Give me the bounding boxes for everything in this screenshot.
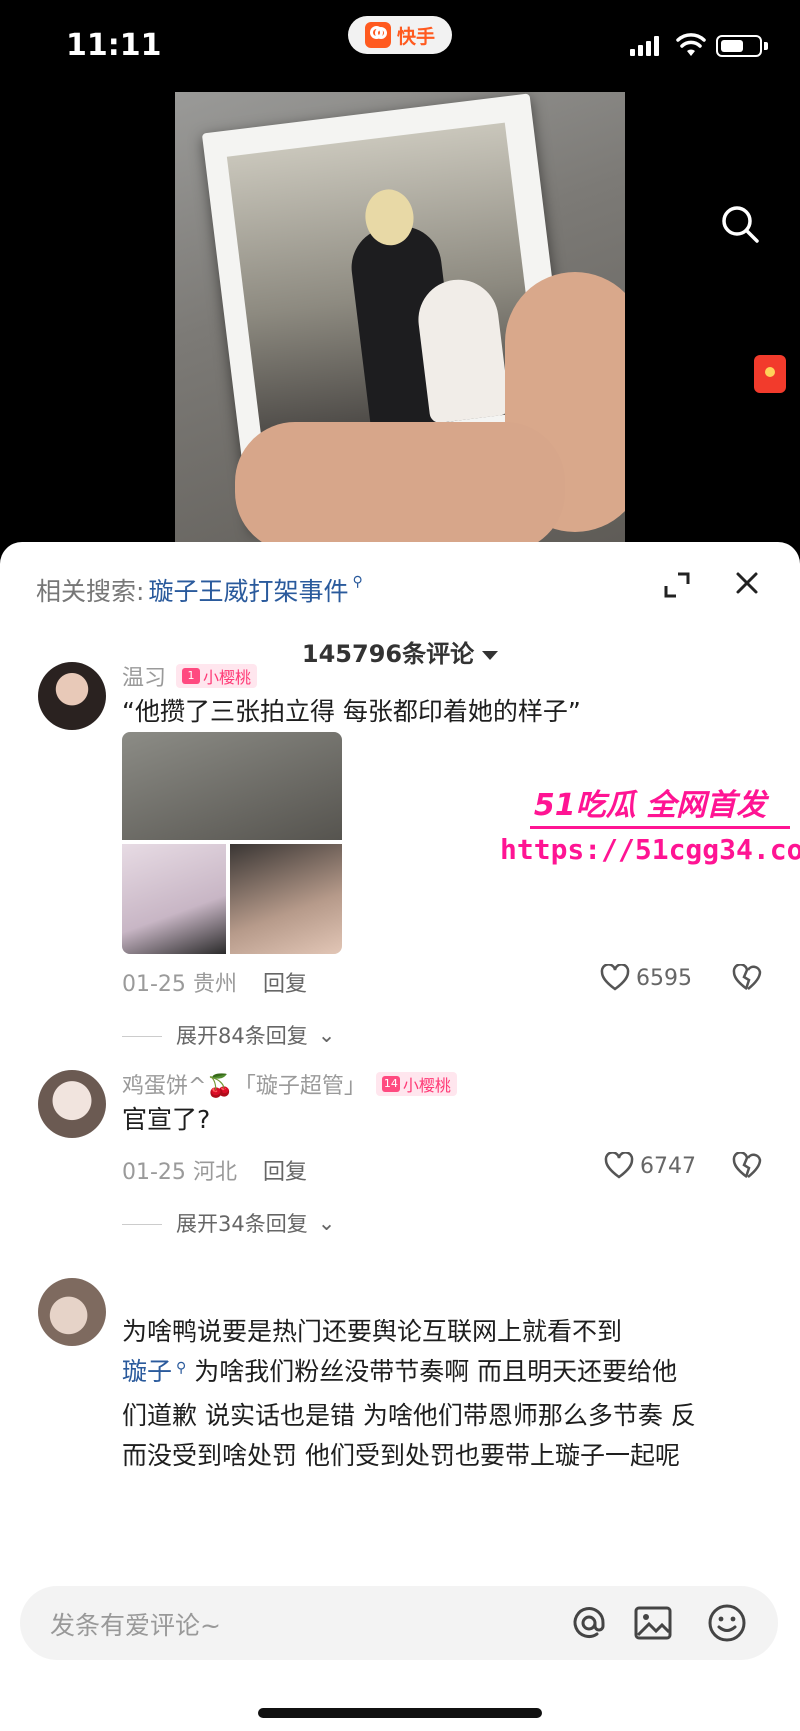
- status-time: 11:11: [66, 28, 162, 63]
- comment-input-placeholder: 发条有爱评论~: [50, 1611, 221, 1640]
- battery-icon: [716, 35, 762, 57]
- comment-input[interactable]: 发条有爱评论~: [20, 1586, 778, 1660]
- comment-text: 为啥鸭说要是热门还要舆论互联网上就看不到 璇子 ⚲ 为啥我们粉丝没带节奏啊 而且明…: [122, 1317, 696, 1470]
- video-player[interactable]: [0, 90, 800, 550]
- comment-input-bar: 发条有爱评论~: [0, 1568, 800, 1731]
- video-frame[interactable]: [175, 92, 625, 550]
- mention-at-icon[interactable]: [568, 1602, 610, 1644]
- emoji-icon[interactable]: [706, 1602, 748, 1644]
- app-indicator-pill[interactable]: 快手: [348, 16, 452, 54]
- search-small-icon: ⚲: [176, 1360, 187, 1376]
- wifi-icon: [676, 33, 706, 56]
- mention-link[interactable]: 璇子: [122, 1357, 172, 1386]
- app-name: 快手: [396, 25, 435, 48]
- avatar[interactable]: [38, 1278, 106, 1346]
- comment-item: 为啥鸭说要是热门还要舆论互联网上就看不到 璇子 ⚲ 为啥我们粉丝没带节奏啊 而且明…: [0, 542, 800, 1470]
- image-icon[interactable]: [632, 1602, 674, 1644]
- finger-image: [235, 422, 565, 550]
- status-bar: 11:11 快手: [0, 0, 800, 90]
- home-indicator[interactable]: [258, 1708, 542, 1718]
- battery-cap: [764, 42, 768, 50]
- cellular-signal-icon: [630, 36, 659, 56]
- red-packet-icon[interactable]: [754, 355, 786, 393]
- comment-sheet: 相关搜索: 璇子王威打架事件 ⚲ 145796条评论 温习 1 小樱桃 “他攒了三…: [0, 542, 800, 1731]
- search-icon[interactable]: [718, 202, 762, 246]
- kuaishou-logo-icon: [364, 22, 391, 48]
